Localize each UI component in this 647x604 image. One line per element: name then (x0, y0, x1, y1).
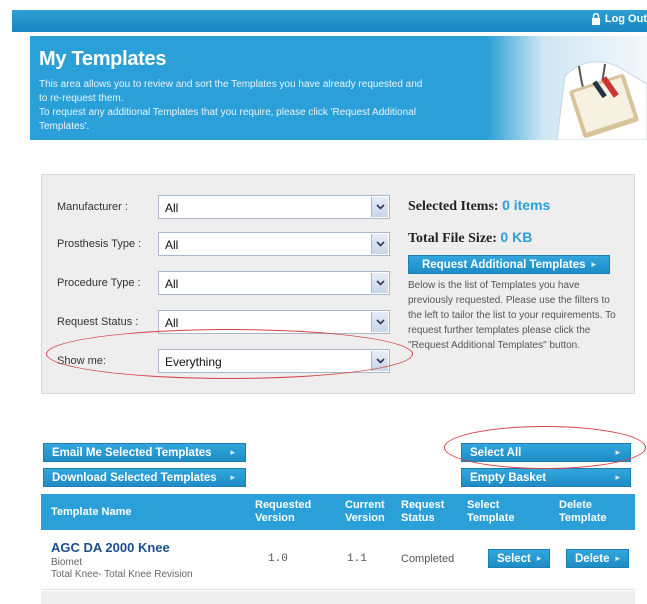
chevron-right-icon: ▸ (615, 472, 620, 482)
chevron-right-icon: ▸ (230, 472, 235, 482)
requested-version: 1.0 (268, 553, 288, 565)
filter-row-manufacturer: Manufacturer : All (57, 195, 390, 219)
select-all-label: Select All (470, 446, 522, 459)
show-me-select[interactable]: Everything (158, 349, 390, 373)
panel-description: Below is the list of Templates you have … (408, 280, 616, 351)
doctor-photo (487, 36, 647, 140)
manufacturer-value: All (165, 201, 179, 215)
intro-text: This area allows you to review and sort … (39, 78, 429, 134)
request-button-label: Request Additional Templates (421, 258, 586, 271)
chevron-down-icon (371, 351, 388, 371)
selected-items-label: Selected Items: (408, 199, 499, 214)
header-current-version: Current Version (345, 499, 385, 524)
empty-basket-button[interactable]: Empty Basket ▸ (461, 468, 631, 487)
chevron-down-icon (371, 197, 388, 217)
show-me-value: Everything (165, 355, 222, 369)
request-status-value: All (165, 316, 179, 330)
total-size-label: Total File Size: (408, 231, 497, 246)
select-template-button[interactable]: Select ▸ (488, 549, 551, 568)
total-size-value: 0 KB (500, 229, 533, 245)
request-status: Completed (401, 553, 455, 565)
header-select-template: Select Template (467, 499, 515, 524)
email-button-label: Email Me Selected Templates (52, 446, 212, 459)
chevron-right-icon: ▸ (615, 553, 621, 563)
request-additional-templates-button[interactable]: Request Additional Templates ▸ (408, 255, 610, 274)
template-name: AGC DA 2000 Knee (51, 540, 170, 555)
procedure-type-select[interactable]: All (158, 271, 390, 295)
download-selected-button[interactable]: Download Selected Templates ▸ (43, 468, 246, 487)
prosthesis-type-value: All (165, 238, 179, 252)
page-header: My Templates This area allows you to rev… (30, 36, 647, 140)
intro-line-1: This area allows you to review and sort … (39, 79, 423, 104)
chevron-right-icon: ▸ (615, 447, 620, 457)
chevron-down-icon (371, 312, 388, 332)
selected-items-value: 0 items (502, 197, 551, 213)
total-file-size: Total File Size: 0 KB (408, 229, 532, 247)
table-header: Template Name Requested Version Current … (41, 494, 635, 530)
template-manufacturer: Biomet (51, 557, 83, 568)
next-row-strip (41, 591, 635, 604)
filter-row-show-me: Show me: Everything (57, 349, 390, 373)
email-selected-button[interactable]: Email Me Selected Templates ▸ (43, 443, 246, 462)
select-button-label: Select (497, 552, 531, 565)
filter-row-procedure: Procedure Type : All (57, 271, 390, 295)
selected-items: Selected Items: 0 items (408, 197, 550, 215)
procedure-type-value: All (165, 277, 179, 291)
logout-link[interactable]: Log Out (591, 13, 647, 25)
page-title: My Templates (39, 48, 167, 70)
chevron-right-icon: ▸ (230, 447, 235, 457)
request-status-label: Request Status : (57, 316, 139, 328)
manufacturer-label: Manufacturer : (57, 201, 128, 213)
top-bar: Log Out (12, 10, 647, 32)
filter-row-status: Request Status : All (57, 310, 390, 334)
chevron-down-icon (371, 234, 388, 254)
delete-template-button[interactable]: Delete ▸ (566, 549, 630, 568)
manufacturer-select[interactable]: All (158, 195, 390, 219)
request-status-select[interactable]: All (158, 310, 390, 334)
select-all-button[interactable]: Select All ▸ (461, 443, 631, 462)
header-request-status: Request Status (401, 499, 445, 524)
template-category: Total Knee- Total Knee Revision (51, 569, 193, 580)
header-requested-version: Requested Version (255, 499, 312, 524)
show-me-label: Show me: (57, 355, 106, 367)
prosthesis-type-select[interactable]: All (158, 232, 390, 256)
delete-button-label: Delete (575, 552, 610, 565)
table-row: AGC DA 2000 Knee Biomet Total Knee- Tota… (41, 532, 635, 590)
filter-row-prosthesis: Prosthesis Type : All (57, 232, 390, 256)
download-button-label: Download Selected Templates (52, 471, 217, 484)
empty-basket-label: Empty Basket (470, 471, 547, 484)
prosthesis-type-label: Prosthesis Type : (57, 238, 142, 250)
filter-panel: Manufacturer : All Prosthesis Type : All… (41, 174, 635, 394)
logout-label: Log Out (604, 13, 647, 25)
chevron-right-icon: ▸ (591, 259, 597, 269)
header-template-name: Template Name (51, 505, 132, 518)
header-delete-template: Delete Template (559, 499, 607, 524)
lock-icon (591, 13, 601, 25)
procedure-type-label: Procedure Type : (57, 277, 141, 289)
chevron-down-icon (371, 273, 388, 293)
intro-line-2: To request any additional Templates that… (39, 107, 416, 132)
chevron-right-icon: ▸ (536, 553, 542, 563)
current-version: 1.1 (347, 553, 367, 565)
